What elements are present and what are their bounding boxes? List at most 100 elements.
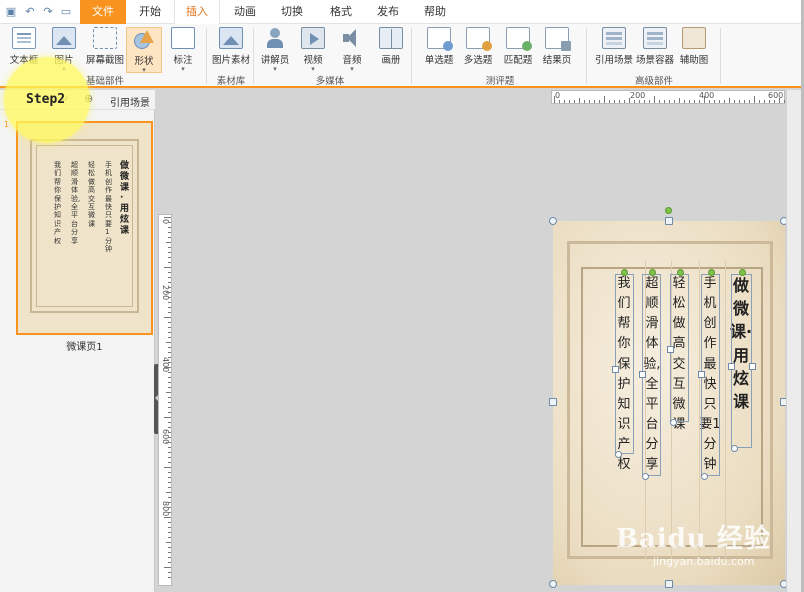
annotation-label: 标注 <box>173 55 193 66</box>
ruler-tick <box>689 100 690 103</box>
ruler-tick <box>168 472 171 473</box>
resize-handle[interactable] <box>731 445 738 452</box>
tab-home[interactable]: 开始 <box>130 0 170 24</box>
thumb-line4: 我们帮你保护知识产权 <box>54 161 61 245</box>
resize-handle[interactable] <box>701 473 708 480</box>
album-label: 画册 <box>381 55 401 66</box>
ruler-tick <box>574 100 575 103</box>
rotate-handle[interactable] <box>649 269 656 276</box>
ruler-tick <box>649 100 650 103</box>
rotate-handle[interactable] <box>739 269 746 276</box>
resize-handle[interactable] <box>639 371 646 378</box>
annotation-button[interactable]: 标注 ▾ <box>163 27 203 73</box>
ruler-tick <box>644 100 645 103</box>
scene-container-button[interactable]: 场景容器 <box>634 27 676 66</box>
ruler-tick <box>168 502 171 503</box>
tab-file[interactable]: 文件 <box>80 0 126 24</box>
screenshot-button[interactable]: 屏幕截图 <box>84 27 126 66</box>
ruler-label: 0 <box>555 91 561 100</box>
rotate-handle[interactable] <box>708 269 715 276</box>
ruler-tick <box>168 462 171 463</box>
resize-handle[interactable] <box>670 419 677 426</box>
album-button[interactable]: 画册 <box>371 27 411 66</box>
slide-resize-handle[interactable] <box>549 580 557 588</box>
ruler-tick <box>168 507 171 508</box>
ruler-tick <box>168 312 171 313</box>
video-button[interactable]: 视频 ▾ <box>293 27 333 73</box>
screenshot-icon <box>93 27 117 49</box>
ruler-tick <box>168 377 171 378</box>
ruler-tick <box>168 562 171 563</box>
vertical-ruler: 0 200 400 600 800 <box>158 214 172 586</box>
tab-switch[interactable]: 切换 <box>272 0 312 24</box>
ruler-tick <box>679 98 680 103</box>
undo-icon[interactable]: ↶ <box>23 5 37 19</box>
resize-handle[interactable] <box>698 371 705 378</box>
slide-canvas[interactable]: 做微课·用炫课 手机创作最快只要1分钟 轻松做高交互微课 超顺滑体验,全平台分享… <box>553 221 785 585</box>
preview-icon[interactable]: ▭ <box>59 5 73 19</box>
thumb-line3: 超顺滑体验,全平台分享 <box>71 161 81 245</box>
resize-handle[interactable] <box>749 363 756 370</box>
ruler-tick <box>669 100 670 103</box>
tab-help[interactable]: 帮助 <box>415 0 455 24</box>
ruler-tick <box>164 567 171 568</box>
matching-button[interactable]: 匹配题 <box>498 27 538 66</box>
save-icon[interactable]: ▣ <box>4 5 18 19</box>
ruler-tick <box>168 257 171 258</box>
tab-animation[interactable]: 动画 <box>225 0 265 24</box>
matching-label: 匹配题 <box>503 55 533 66</box>
aux-image-button[interactable]: 辅助图 <box>674 27 714 66</box>
slide-resize-handle[interactable] <box>665 580 673 588</box>
ruler-tick <box>639 100 640 103</box>
slide-resize-handle[interactable] <box>549 217 557 225</box>
separator <box>586 28 587 84</box>
result-page-icon <box>545 27 571 51</box>
redo-icon[interactable]: ↷ <box>41 5 55 19</box>
audio-dropdown-icon: ▾ <box>350 65 354 73</box>
ruler-tick <box>729 98 730 103</box>
rotate-handle[interactable] <box>621 269 628 276</box>
ref-scene-link[interactable]: 引用场景 <box>110 94 150 109</box>
audio-button[interactable]: 音频 ▾ <box>332 27 372 73</box>
app-window: ▣ ↶ ↷ ▭ 文件 开始 插入 动画 切换 格式 发布 帮助 文本框 图片 ▾… <box>0 0 804 592</box>
slide-rotate-handle[interactable] <box>665 207 672 214</box>
result-page-button[interactable]: 结果页 <box>537 27 577 66</box>
tab-format[interactable]: 格式 <box>321 0 361 24</box>
slide-resize-handle[interactable] <box>549 398 557 406</box>
ref-scene-button[interactable]: 引用场景 <box>593 27 635 66</box>
ruler-tick <box>164 467 171 468</box>
ruler-tick <box>168 547 171 548</box>
ruler-tick <box>166 392 171 393</box>
narrator-button[interactable]: 讲解员 ▾ <box>255 27 295 73</box>
tab-publish[interactable]: 发布 <box>368 0 408 24</box>
ruler-tick <box>779 98 780 103</box>
ruler-tick <box>714 100 715 103</box>
ruler-tick <box>168 322 171 323</box>
ruler-tick <box>634 100 635 103</box>
group-multimedia-label: 多媒体 <box>315 76 345 87</box>
ruler-tick <box>744 100 745 103</box>
resize-handle[interactable] <box>642 473 649 480</box>
ruler-tick <box>168 357 171 358</box>
resize-handle[interactable] <box>728 363 735 370</box>
ruler-tick <box>168 452 171 453</box>
slide-resize-handle[interactable] <box>665 217 673 225</box>
ruler-tick <box>168 227 171 228</box>
resize-handle[interactable] <box>615 451 622 458</box>
slide-thumbnail[interactable]: 做微课·用炫课 手机创作最快只要1分钟 轻松做高交互微课 超顺滑体验,全平台分享… <box>16 121 153 335</box>
shape-button[interactable]: 形状 ▾ <box>126 27 162 74</box>
picture-material-button[interactable]: 图片素材 <box>210 27 252 66</box>
multi-choice-button[interactable]: 多选题 <box>458 27 498 66</box>
ruler-tick <box>559 100 560 103</box>
ruler-tick <box>769 100 770 103</box>
resize-handle[interactable] <box>612 366 619 373</box>
single-choice-button[interactable]: 单选题 <box>419 27 459 66</box>
ruler-tick <box>164 367 171 368</box>
ruler-tick <box>168 572 171 573</box>
rotate-handle[interactable] <box>677 269 684 276</box>
ruler-tick <box>168 362 171 363</box>
tab-insert[interactable]: 插入 <box>174 0 220 25</box>
resize-handle[interactable] <box>667 346 674 353</box>
ruler-tick <box>168 447 171 448</box>
slide-panel: ↻ ⊕ 引用场景 1 做微课·用炫课 手机创作最快只要1分钟 轻松做高交互微课 … <box>0 90 155 592</box>
